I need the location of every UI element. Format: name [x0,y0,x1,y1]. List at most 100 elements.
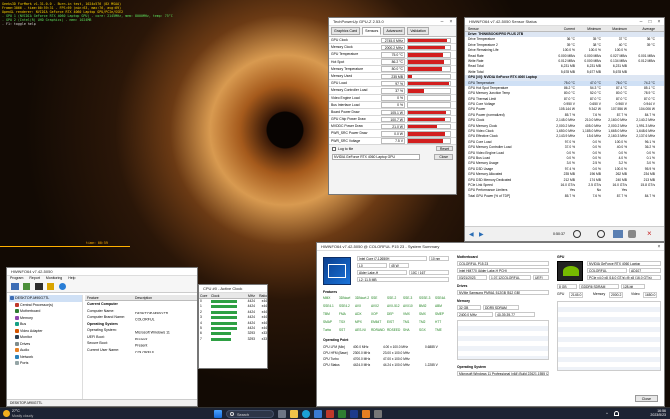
feature-flag: DEP [387,312,394,316]
gpuz-titlebar[interactable]: TechPowerUp GPU-Z 2.53.0 [329,18,456,26]
detail-row: Current User Name: COLORFUL [85,347,197,354]
sensor-label: GPU Temperature [331,52,359,57]
sensor-row[interactable]: Total GPU Power [% of TDP] 85.7 % 7.6 % 87.… [465,194,664,199]
tab-validation[interactable]: Validation [407,27,429,35]
feature-flag: SMEP [435,312,445,316]
hwinfo-task-icon[interactable] [350,410,358,418]
col-description[interactable]: Description [135,295,195,300]
menu-program[interactable]: Program [10,276,23,280]
bios-date: 03/21/2023 [457,275,487,280]
cpu-clock-titlebar[interactable]: CPU #0 - Active Clock [199,285,267,293]
device-icon [15,361,19,366]
furmark-task-icon[interactable] [326,410,334,418]
close-icon[interactable]: × [655,243,663,251]
gpuz-sensor-list: GPU Clock 2745.0 MHz Memory Clock 2000.2 MH… [329,37,456,145]
save-report-icon[interactable] [23,283,30,290]
col-maximum[interactable]: Maximum [601,26,627,31]
gpuz-task-icon[interactable] [338,410,346,418]
tray-chevron-icon[interactable]: ^ [606,411,608,416]
benchmark-icon[interactable] [47,283,54,290]
reset-button[interactable]: Reset [435,146,453,152]
col-average[interactable]: Average [627,26,657,31]
tab-sensors[interactable]: Sensors [362,27,382,35]
chipset: Intel HM770 (Alder Lake-H PCH) [457,268,549,273]
col-sensor[interactable]: Sensor [465,26,549,31]
cpu-model: Intel Core i7-12650H [357,256,427,261]
minimize-icon[interactable]: – [637,18,645,26]
tab-advanced[interactable]: Advanced [383,27,406,35]
store-icon[interactable] [314,410,322,418]
os-title: Operating System [457,365,487,369]
cpu-clock-title: CPU #0 - Active Clock [203,286,243,291]
bios-version: 1.07.12COLORFUL [489,275,531,280]
tree-label: Memory [20,315,33,320]
feature-flag: TM1 [403,320,410,324]
weather-widget[interactable]: 27°C Mostly cloudy [12,409,33,418]
sensor-label: MVDDC Power Draw [331,124,363,129]
task-view-icon[interactable] [278,410,286,418]
col-clock: Clock [211,294,220,298]
gpuz-sensor-row: Bus Interface Load 0 % [329,102,456,109]
sensor-label: Memory Controller Load [331,88,368,93]
sensor-value: 37 % [381,88,405,94]
mem-title: Memory [457,299,471,303]
menu-report[interactable]: Report [29,276,40,280]
clock[interactable]: 16:56 2023/5/23 [630,409,666,417]
start-icon[interactable] [214,410,222,418]
summary-titlebar[interactable]: HWiNFO64 v7.42-5050 @ COLORFUL P15 23 - … [317,243,664,251]
sensors-icon[interactable] [35,283,43,290]
sensors-list: Drive: THINKBOOK/PRO PLUS 2TB Drive Tempe… [465,32,664,223]
hwinfo-titlebar[interactable]: HWiNFO64 v7.42-5050 [7,268,197,276]
search-box[interactable]: Search [226,410,274,418]
settings-icon[interactable] [628,230,636,238]
file-explorer-icon[interactable] [290,410,298,418]
feature-flag: 3DNow! [339,296,351,300]
col-minimum[interactable]: Minimum [575,26,601,31]
tab-graphics-card[interactable]: Graphics Card [331,27,361,35]
about-icon[interactable] [59,283,66,290]
mb-title: Motherboard [457,255,478,259]
close-button[interactable]: Close [634,395,658,402]
log-to-file-checkbox[interactable] [332,146,336,151]
feature-flag: SMX [419,312,426,316]
tree-label: Motherboard [20,309,41,313]
tree-label: Ports [20,361,29,365]
device-select[interactable]: NVIDIA GeForce RTX 4060 Laptop GPU [332,153,420,160]
sensor-value: 97 % [381,80,405,87]
sensor-value: 0 % [381,95,405,101]
gpuz-sensor-row: Memory Used 235 MB [329,73,456,81]
features-grid: MMX 3DNow! 3DNow!-2 SSE SSE-2 SSE-3 SSSE-3 SSE4… [323,296,451,336]
reset-clock-icon[interactable] [597,230,605,238]
tree-item[interactable]: Ports [9,360,82,367]
col-current[interactable]: Current [549,26,575,31]
col-feature[interactable]: Feature [85,295,135,300]
summary-icon[interactable] [11,283,19,290]
cpu-logo [323,257,351,285]
close-icon[interactable]: × [655,18,663,26]
nav-right-icon[interactable]: ▶ [479,231,484,238]
explorer-task-icon[interactable] [362,410,370,418]
gpu-title: GPU [557,255,565,259]
minimize-icon[interactable]: – [438,18,446,26]
network-icon[interactable] [614,411,619,416]
menu-monitoring[interactable]: Monitoring [46,276,62,280]
feature-flag: XOP [371,312,378,316]
feature-flag: FMA [339,312,346,316]
feature-flag: SSE4.1 [323,304,334,308]
close-icon[interactable]: × [447,18,455,26]
close-icon[interactable]: × [647,229,652,238]
nav-left-icon[interactable]: ◀ [469,231,474,238]
settings-task-icon[interactable] [374,410,382,418]
monitor-icon[interactable] [613,230,623,238]
gpuz-footer: Log to file Reset [329,145,456,153]
menu-help[interactable]: Help [68,276,75,280]
maximize-icon[interactable]: □ [646,18,654,26]
op-row: CPU Status 4424.0 MHz 44.24 x 100.0 MHz 1.2… [323,362,451,368]
edge-icon[interactable] [302,410,310,418]
close-button[interactable]: Close [434,153,453,160]
core-id: 7 [200,336,202,341]
sensors-titlebar[interactable]: HWiNFO64 v7.42-5050 Sensor Status [465,18,664,26]
sensor-label: GPU Chip Power Draw [331,117,366,122]
sensor-label: GPU Clock [331,38,348,42]
weather-icon[interactable] [3,410,10,417]
